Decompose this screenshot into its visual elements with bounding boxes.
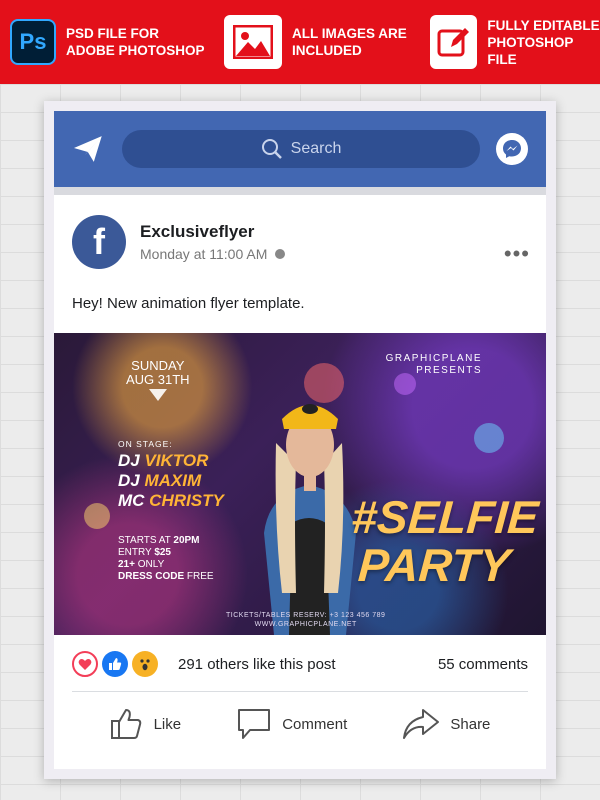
flyer-date-month: AUG 31TH (126, 372, 190, 387)
like-icon (110, 709, 141, 739)
post-timestamp[interactable]: Monday at 11:00 AM (140, 246, 267, 262)
dj-entry: MC CHRISTY (118, 491, 224, 511)
feature-images-text: ALL IMAGES ARE INCLUDED (292, 26, 407, 58)
dj-prefix: DJ (118, 451, 145, 470)
dj-entry: DJ MAXIM (118, 471, 224, 491)
flyer-date: SUNDAY AUG 31TH (126, 359, 190, 401)
image-icon (224, 15, 282, 69)
wow-reaction-icon[interactable] (132, 651, 158, 677)
share-label: Share (450, 715, 491, 733)
info-value: $25 (154, 547, 171, 558)
flyer-headline: #SELFIE PARTY (347, 491, 541, 591)
feature-images: ALL IMAGES ARE INCLUDED (224, 15, 430, 69)
event-info-line: ENTRY $25 (118, 547, 214, 559)
info-value: FREE (186, 571, 214, 582)
share-button[interactable]: Share (402, 707, 490, 741)
dj-prefix: MC (118, 491, 150, 510)
feature-psd-text: PSD FILE FOR ADOBE PHOTOSHOP (66, 26, 205, 58)
info-value: 20PM (173, 535, 200, 546)
dj-entry: DJ VIKTOR (118, 451, 224, 471)
feature-editable: FULLY EDITABLE PHOTOSHOP FILE (430, 15, 600, 69)
triangle-icon (148, 389, 167, 401)
edit-icon (430, 15, 478, 69)
info-value: ONLY (137, 559, 165, 570)
event-info-line: DRESS CODE FREE (118, 571, 214, 583)
like-button[interactable]: Like (110, 707, 182, 741)
dj-name: MAXIM (144, 471, 202, 490)
post-card: Search f Exclusiveflyer Monday at 11:00 … (44, 101, 556, 779)
dj-lineup: DJ VIKTOR DJ MAXIM MC CHRISTY (118, 451, 224, 511)
event-info: STARTS AT 20PM ENTRY $25 21+ ONLY DRESS … (118, 535, 214, 583)
post-actions: Like Comment Share (54, 707, 546, 741)
nav-divider (54, 187, 546, 195)
info-label: STARTS AT (118, 535, 174, 546)
like-label: Like (153, 715, 182, 733)
feature-psd: Ps PSD FILE FOR ADOBE PHOTOSHOP (10, 19, 224, 65)
like-reaction-icon[interactable] (102, 651, 128, 677)
flyer-tickets-phone: TICKETS/TABLES RESERV: +3 123 456 789 (226, 612, 386, 619)
bokeh-light (84, 503, 110, 529)
share-icon (403, 709, 440, 739)
comment-label: Comment (282, 715, 348, 733)
flyer-presents-label: PRESENTS (416, 365, 482, 376)
dj-name: CHRISTY (149, 491, 224, 510)
flyer-image[interactable]: SUNDAY AUG 31TH GRAPHICPLANE PRESENTS ON… (54, 333, 546, 635)
feature-editable-text: FULLY EDITABLE PHOTOSHOP FILE (487, 17, 600, 67)
nav-bar: Search (54, 111, 546, 187)
dj-name: VIKTOR (144, 451, 209, 470)
post-header: f Exclusiveflyer Monday at 11:00 AM (72, 215, 286, 269)
flyer-presenter: GRAPHICPLANE PRESENTS (386, 353, 482, 377)
event-info-line: STARTS AT 20PM (118, 535, 214, 547)
info-label: 21+ (118, 559, 138, 570)
more-options-icon[interactable]: ••• (504, 241, 530, 267)
dj-prefix: DJ (118, 471, 145, 490)
on-stage-label: ON STAGE: (118, 439, 173, 449)
divider (72, 691, 528, 692)
flyer-date-day: SUNDAY (131, 358, 185, 373)
bokeh-light (474, 423, 504, 453)
search-input[interactable]: Search (121, 130, 481, 168)
comments-count[interactable]: 55 comments (438, 656, 528, 673)
flyer-headline-line1: #SELFIE (349, 491, 541, 543)
love-reaction-icon[interactable] (72, 651, 98, 677)
event-info-line: 21+ ONLY (118, 559, 214, 571)
search-placeholder: Search (290, 140, 342, 157)
flyer-tickets: TICKETS/TABLES RESERV: +3 123 456 789 WW… (226, 611, 385, 629)
post-meta: Monday at 11:00 AM (140, 246, 286, 262)
promo-banner: Ps PSD FILE FOR ADOBE PHOTOSHOP ALL IMAG… (0, 0, 600, 84)
likes-count[interactable]: 291 others like this post (178, 656, 336, 673)
avatar[interactable]: f (72, 215, 126, 269)
author-name[interactable]: Exclusiveflyer (140, 222, 285, 242)
reactions-row: 291 others like this post 55 comments (72, 651, 528, 677)
flyer-presenter-name: GRAPHICPLANE (385, 353, 482, 364)
search-icon (261, 139, 282, 159)
flyer-headline-line2: PARTY (356, 539, 512, 591)
post-text: Hey! New animation flyer template. (72, 295, 305, 312)
messenger-icon[interactable] (496, 133, 528, 165)
photoshop-icon: Ps (10, 19, 56, 65)
send-icon[interactable] (72, 133, 104, 165)
comment-button[interactable]: Comment (236, 707, 347, 741)
globe-icon (275, 249, 286, 259)
info-label: ENTRY (118, 547, 155, 558)
info-label: DRESS CODE (118, 571, 187, 582)
comment-icon (238, 709, 271, 739)
flyer-tickets-website: WWW.GRAPHICPLANE.NET (254, 621, 357, 628)
